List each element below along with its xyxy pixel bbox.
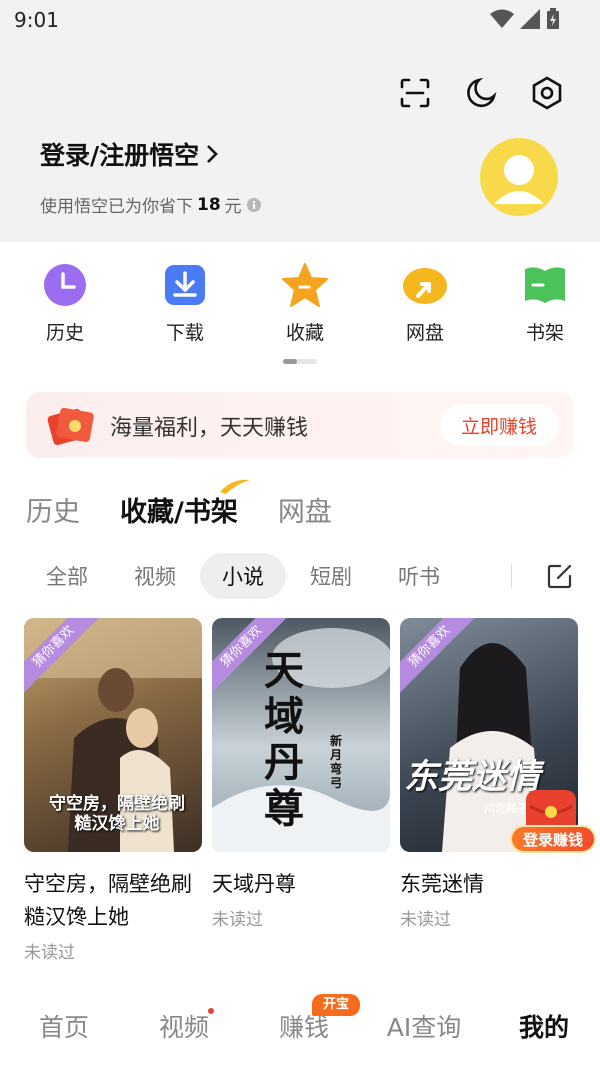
scan-button[interactable] bbox=[396, 74, 434, 112]
main-tabs: 历史 收藏/书架 网盘 bbox=[26, 479, 372, 529]
top-actions bbox=[396, 74, 566, 112]
gear-icon bbox=[532, 76, 562, 110]
book-cover: 猜你喜欢 守空房，隔壁绝刷糙汉馋上她 bbox=[24, 618, 202, 852]
user-silhouette-icon bbox=[494, 155, 544, 204]
quick-download[interactable]: 下载 bbox=[130, 262, 240, 352]
savings-unit: 元 bbox=[224, 197, 242, 217]
book-title: 天域丹尊 bbox=[212, 872, 296, 896]
book-card[interactable]: 猜你喜欢 东莞迷情 川北耗子著 东莞迷情 未读过 bbox=[400, 618, 578, 930]
subtab-drama[interactable]: 短剧 bbox=[288, 553, 374, 599]
quick-bookshelf[interactable]: 书架 bbox=[490, 262, 600, 352]
cover-title: 守空房，隔壁绝刷糙汉馋上她 bbox=[49, 794, 185, 834]
clock-icon bbox=[42, 262, 88, 308]
savings-line: 使用悟空已为你省下 18 元 bbox=[40, 192, 262, 217]
treasure-badge: 开宝箱 bbox=[312, 994, 360, 1034]
avatar[interactable] bbox=[480, 138, 558, 216]
nav-label: 视频 bbox=[158, 1013, 209, 1042]
quick-label: 网盘 bbox=[405, 322, 444, 344]
active-swoosh-icon bbox=[219, 479, 250, 494]
book-status: 未读过 bbox=[24, 943, 75, 963]
quick-history[interactable]: 历史 bbox=[10, 262, 120, 352]
book-title: 东莞迷情 bbox=[400, 872, 484, 896]
quick-label: 下载 bbox=[165, 322, 204, 344]
signal-icon bbox=[520, 9, 540, 29]
battery-icon bbox=[547, 8, 559, 29]
nav-label: 我的 bbox=[518, 1013, 569, 1042]
tab-history[interactable]: 历史 bbox=[26, 490, 80, 529]
status-icons bbox=[490, 8, 560, 30]
edit-icon[interactable] bbox=[546, 562, 574, 590]
book-card[interactable]: 猜你喜欢 天域丹尊 新月弯弓 天域丹尊 未读过 bbox=[212, 618, 390, 930]
book-cover: 猜你喜欢 天域丹尊 新月弯弓 bbox=[212, 618, 390, 852]
book-status: 未读过 bbox=[400, 910, 451, 930]
tab-label: 收藏/书架 bbox=[120, 497, 238, 528]
savings-prefix: 使用悟空已为你省下 bbox=[40, 197, 193, 217]
savings-amount: 18 bbox=[197, 194, 221, 215]
scan-icon bbox=[400, 78, 430, 108]
status-time: 9:01 bbox=[14, 8, 59, 32]
nav-me[interactable]: 我的 bbox=[488, 990, 600, 1060]
red-envelope-icon bbox=[47, 407, 94, 445]
subtab-audiobook[interactable]: 听书 bbox=[376, 553, 462, 599]
settings-button[interactable] bbox=[528, 74, 566, 112]
login-earn-button[interactable]: 登录赚钱 bbox=[510, 825, 596, 853]
bottom-nav: 首页 视频 赚钱 开宝箱 AI查询 我的 bbox=[0, 990, 600, 1060]
quick-cloud[interactable]: 网盘 bbox=[370, 262, 480, 352]
star-icon bbox=[282, 262, 328, 308]
cover-author: 新月弯弓 bbox=[330, 734, 343, 790]
status-bar: 9:01 bbox=[0, 0, 600, 40]
subtab-all[interactable]: 全部 bbox=[24, 553, 110, 599]
subtab-novel[interactable]: 小说 bbox=[200, 553, 286, 599]
quick-label: 收藏 bbox=[285, 322, 324, 344]
moon-icon bbox=[467, 77, 497, 108]
subtab-video[interactable]: 视频 bbox=[112, 553, 198, 599]
quick-label: 书架 bbox=[525, 322, 564, 344]
nav-ai-query[interactable]: AI查询 bbox=[368, 990, 480, 1060]
cloud-icon bbox=[402, 262, 448, 308]
quick-favorites[interactable]: 收藏 bbox=[250, 262, 360, 352]
login-link[interactable]: 登录/注册悟空 bbox=[40, 136, 219, 172]
nav-label: 赚钱 bbox=[278, 1013, 329, 1042]
tab-cloud[interactable]: 网盘 bbox=[278, 490, 332, 529]
book-status: 未读过 bbox=[212, 910, 263, 930]
sub-tabs: 全部 视频 小说 短剧 听书 bbox=[24, 552, 584, 600]
nav-label: AI查询 bbox=[386, 1013, 462, 1042]
quick-actions: 历史 下载 收藏 网盘 书架 bbox=[0, 262, 600, 352]
book-card[interactable]: 猜你喜欢 守空房，隔壁绝刷糙汉馋上她 守空房，隔壁绝刷糙汉馋上她 未读过 bbox=[24, 618, 202, 963]
tab-favorites-bookshelf[interactable]: 收藏/书架 bbox=[120, 479, 250, 529]
earn-now-button[interactable]: 立即赚钱 bbox=[440, 404, 558, 446]
download-icon bbox=[162, 262, 208, 308]
divider bbox=[511, 564, 512, 588]
profile-header: 9:01 登录/注册悟空 使用悟空已为你省下 18 元 bbox=[0, 0, 600, 242]
nav-earn[interactable]: 赚钱 开宝箱 bbox=[248, 990, 360, 1060]
notification-dot bbox=[208, 1008, 214, 1014]
nav-video[interactable]: 视频 bbox=[128, 990, 240, 1060]
chevron-right-icon bbox=[207, 145, 218, 163]
page-indicator bbox=[283, 359, 317, 364]
nav-label: 首页 bbox=[38, 1013, 89, 1042]
promo-banner[interactable]: 海量福利，天天赚钱 立即赚钱 bbox=[26, 392, 574, 458]
info-icon[interactable] bbox=[246, 197, 262, 213]
quick-label: 历史 bbox=[45, 322, 84, 344]
login-title: 登录/注册悟空 bbox=[40, 141, 200, 170]
nav-home[interactable]: 首页 bbox=[8, 990, 120, 1060]
cover-title: 天域丹尊 bbox=[264, 647, 304, 832]
wifi-icon bbox=[490, 9, 514, 28]
dark-mode-button[interactable] bbox=[462, 74, 500, 112]
banner-text: 海量福利，天天赚钱 bbox=[110, 416, 309, 441]
book-icon bbox=[522, 262, 568, 308]
book-title: 守空房，隔壁绝刷糙汉馋上她 bbox=[24, 872, 192, 929]
